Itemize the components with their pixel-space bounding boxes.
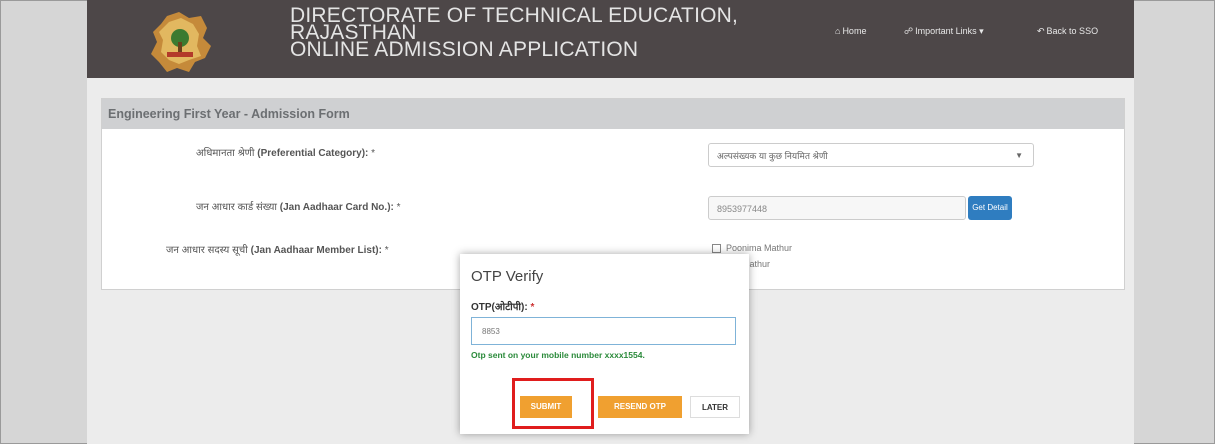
label-hindi: अधिमानता श्रेणी (196, 148, 255, 159)
rajasthan-emblem-logo (151, 12, 211, 72)
label-english: (Preferential Category): (257, 148, 369, 159)
label-english: (Jan Aadhaar Card No.): (279, 202, 394, 213)
panel-title: Engineering First Year - Admission Form (102, 99, 1124, 129)
member-name: Poonima Mathur (726, 243, 793, 253)
jan-aadhaar-card-input[interactable]: 8953977448 (708, 196, 966, 220)
member-checkbox-1[interactable]: Poonima Mathur (712, 243, 793, 254)
chevron-down-icon: ▼ (1015, 151, 1023, 160)
nav-home-link[interactable]: ⌂ Home (835, 26, 866, 36)
nav-back-label: Back to SSO (1046, 26, 1099, 36)
caret-down-icon: ▾ (979, 26, 984, 36)
get-detail-button[interactable]: Get Detail (968, 196, 1012, 220)
back-icon: ↶ (1037, 26, 1045, 36)
preferential-category-label: अधिमानता श्रेणी (Preferential Category):… (196, 148, 376, 159)
site-title: DIRECTORATE OF TECHNICAL EDUCATION, RAJA… (290, 5, 738, 61)
otp-input[interactable]: 8853 (471, 317, 736, 345)
otp-sent-message: Otp sent on your mobile number xxxx1554. (471, 350, 645, 360)
nav-important-links-label: Important Links (915, 26, 977, 36)
label-hindi: जन आधार सदस्य सूची (166, 245, 248, 256)
otp-verify-modal: OTP Verify OTP(ओटीपी): * 8853 Otp sent o… (460, 254, 749, 434)
otp-label: OTP(ओटीपी): * (471, 302, 535, 313)
link-icon: ☍ (904, 26, 914, 36)
later-button[interactable]: LATER (690, 396, 740, 418)
otp-label-text: OTP(ओटीपी): (471, 302, 528, 313)
nav-important-links[interactable]: ☍ Important Links ▾ (904, 26, 984, 37)
nav-back-to-sso[interactable]: ↶ Back to SSO (1037, 26, 1098, 37)
nav-home-label: Home (842, 26, 867, 36)
title-line-3: ONLINE ADMISSION APPLICATION (290, 38, 639, 61)
top-navbar: DIRECTORATE OF TECHNICAL EDUCATION, RAJA… (87, 0, 1134, 78)
jan-aadhaar-member-list-label: जन आधार सदस्य सूची (Jan Aadhaar Member L… (166, 245, 389, 256)
select-value: अल्पसंख्यक या कुछ नियमित श्रेणी (717, 151, 828, 161)
page: DIRECTORATE OF TECHNICAL EDUCATION, RAJA… (87, 0, 1134, 444)
preferential-category-select[interactable]: अल्पसंख्यक या कुछ नियमित श्रेणी ▼ (708, 143, 1034, 167)
checkbox-icon (712, 244, 721, 254)
jan-aadhaar-card-label: जन आधार कार्ड संख्या (Jan Aadhaar Card N… (196, 202, 401, 213)
label-hindi: जन आधार कार्ड संख्या (196, 202, 277, 213)
label-english: (Jan Aadhaar Member List): (250, 245, 382, 256)
resend-otp-button[interactable]: RESEND OTP (598, 396, 682, 418)
modal-title: OTP Verify (471, 268, 544, 285)
submit-highlight-box (512, 378, 594, 429)
home-icon: ⌂ (835, 26, 841, 36)
